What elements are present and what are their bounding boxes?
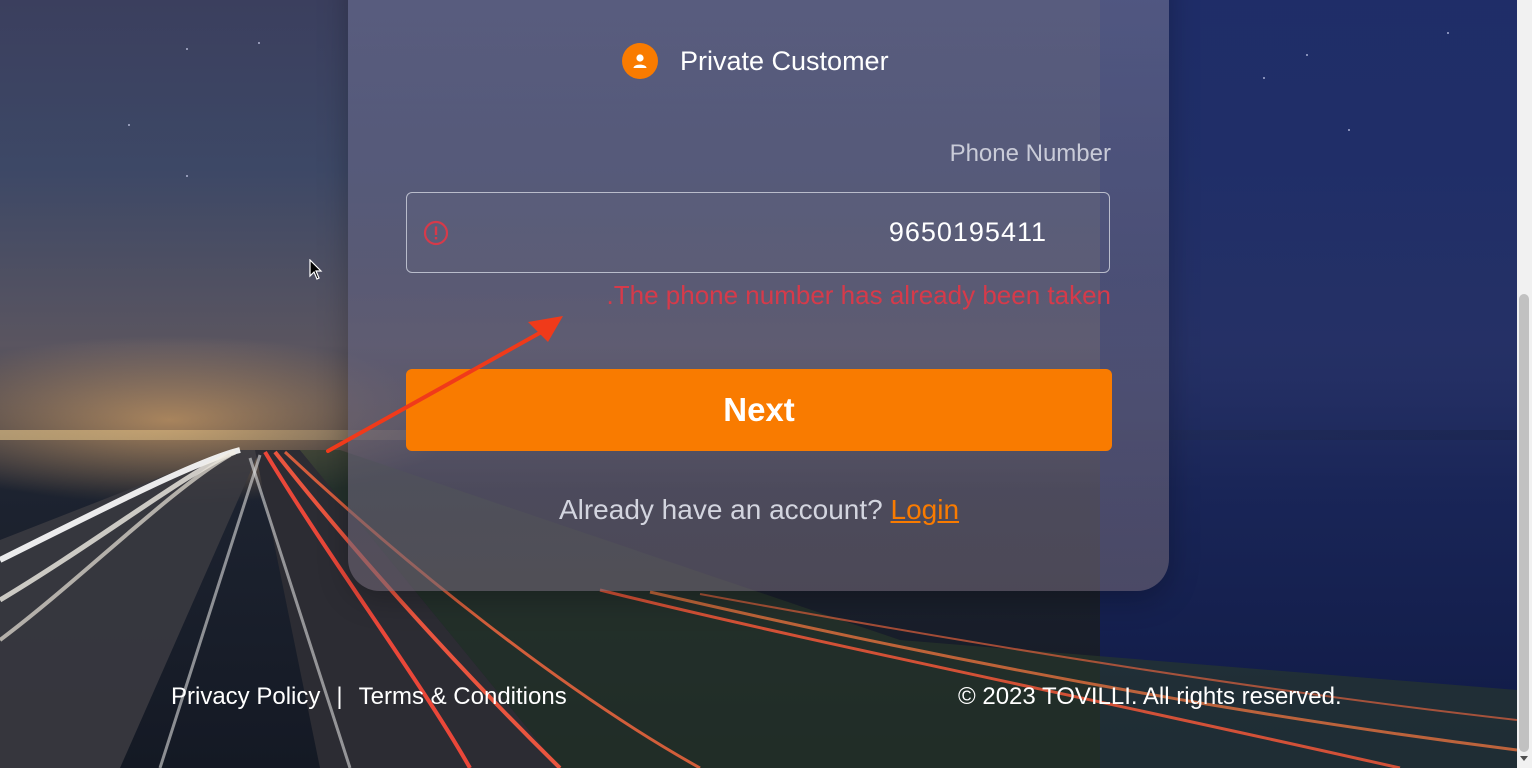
scroll-down-arrow-icon[interactable] <box>1520 756 1528 761</box>
phone-number-label: Phone Number <box>949 140 1111 167</box>
error-circle-icon <box>423 220 449 246</box>
scrollbar-thumb[interactable] <box>1519 294 1529 752</box>
phone-number-field[interactable] <box>406 192 1110 273</box>
copyright-text: © 2023 TOVILLI. All rights reserved. <box>958 683 1342 710</box>
person-icon <box>622 43 658 79</box>
privacy-policy-link[interactable]: Privacy Policy <box>171 683 320 711</box>
next-button[interactable]: Next <box>406 369 1112 451</box>
phone-number-input[interactable] <box>467 193 1047 272</box>
terms-conditions-link[interactable]: Terms & Conditions <box>359 683 567 711</box>
customer-type-label: Private Customer <box>680 45 889 76</box>
login-prompt-text: Already have an account? <box>558 494 883 525</box>
footer-links: Privacy Policy | Terms & Conditions <box>171 683 567 711</box>
mouse-cursor-icon <box>309 259 323 280</box>
login-link[interactable]: Login <box>891 494 960 525</box>
footer-separator: | <box>336 683 343 710</box>
phone-error-message: .The phone number has already been taken <box>606 280 1111 310</box>
page: Private Customer Phone Number .The phone… <box>0 0 1532 768</box>
login-prompt: Already have an account? Login <box>406 494 1112 526</box>
customer-type-header: Private Customer <box>622 41 889 81</box>
